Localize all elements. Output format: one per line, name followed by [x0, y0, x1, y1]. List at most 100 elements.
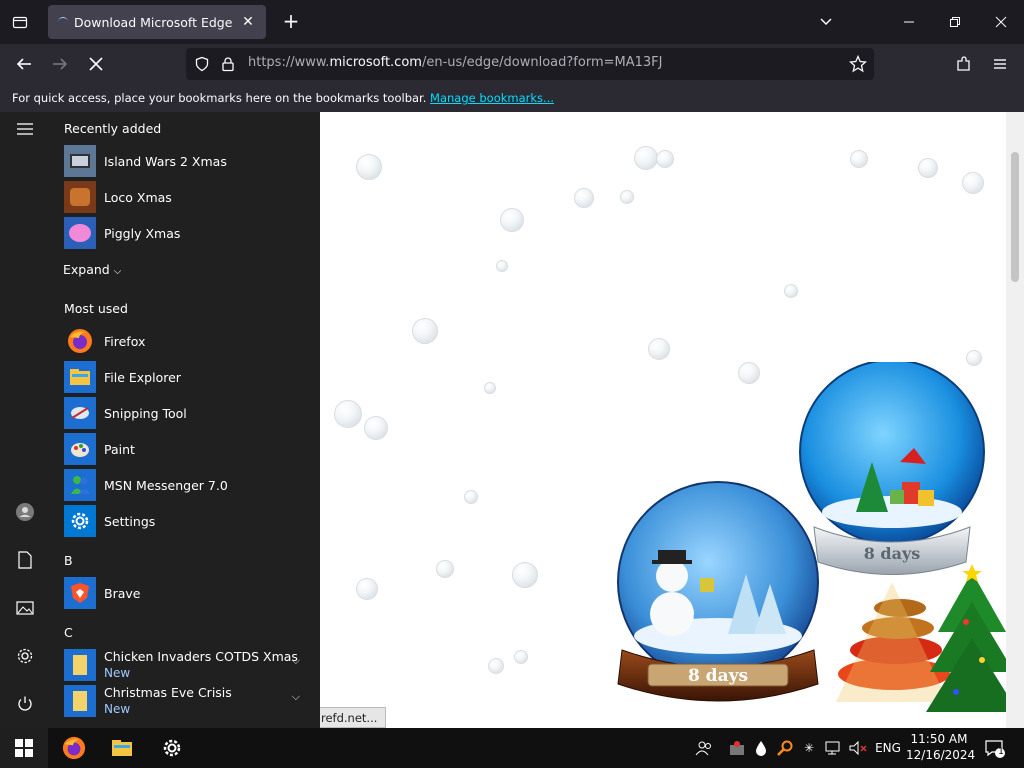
clock-date: 12/16/2024: [906, 748, 976, 762]
app-label: Settings: [104, 513, 156, 529]
lock-icon[interactable]: [218, 54, 238, 74]
bubble-decoration: [436, 560, 454, 578]
user-avatar-icon[interactable]: [12, 499, 38, 525]
new-badge: New: [104, 702, 131, 716]
app-label: Christmas Eve Crisis: [104, 685, 232, 700]
file-explorer-icon: [64, 361, 96, 393]
app-item-msn-messenger[interactable]: MSN Messenger 7.0: [64, 468, 314, 502]
clock-time: 11:50 AM: [910, 732, 968, 746]
paint-icon: [64, 433, 96, 465]
app-item-settings[interactable]: Settings: [64, 504, 314, 538]
shield-icon[interactable]: [192, 54, 212, 74]
settings-icon: [64, 505, 96, 537]
app-label: Chicken Invaders COTDS Xmas: [104, 649, 298, 664]
clock[interactable]: 11:50 AM 12/16/2024: [906, 731, 976, 763]
bubble-decoration: [356, 578, 378, 600]
chevron-down-icon: ⌵: [113, 266, 122, 277]
chevron-down-icon[interactable]: ⌵: [292, 690, 300, 704]
bubble-decoration: [918, 158, 938, 178]
restore-button[interactable]: [932, 0, 978, 44]
page-scrollbar[interactable]: [1006, 112, 1024, 728]
minimize-button[interactable]: [886, 0, 932, 44]
firefox-icon: [64, 325, 96, 357]
manage-bookmarks-link[interactable]: Manage bookmarks...: [430, 91, 554, 105]
tab-list-icon[interactable]: [8, 10, 32, 34]
power-icon[interactable]: [12, 691, 38, 717]
forward-button[interactable]: [46, 50, 74, 78]
address-bar[interactable]: https://www.microsoft.com/en-us/edge/dow…: [186, 48, 874, 80]
hamburger-menu-icon[interactable]: [12, 116, 38, 142]
bubble-decoration: [514, 650, 528, 664]
extensions-icon[interactable]: [950, 50, 978, 78]
tab-active[interactable]: Download Microsoft Edge ✕: [48, 5, 266, 39]
piggly-icon: [64, 217, 96, 249]
app-item-paint[interactable]: Paint: [64, 432, 314, 466]
expand-label: Expand: [63, 262, 110, 277]
bubble-decoration: [850, 150, 868, 168]
bubble-decoration: [784, 284, 798, 298]
app-item-loco-xmas[interactable]: Loco Xmas: [64, 180, 314, 214]
taskbar-file-explorer-icon[interactable]: [98, 728, 146, 768]
snowflake-icon[interactable]: ✳: [798, 728, 820, 768]
gear-icon[interactable]: [12, 643, 38, 669]
language-indicator[interactable]: ENG: [872, 728, 904, 768]
app-item-island-wars[interactable]: Island Wars 2 Xmas: [64, 144, 314, 178]
snipping-tool-icon: [64, 397, 96, 429]
group-b-heading[interactable]: B: [64, 553, 73, 568]
bubble-decoration: [738, 362, 760, 384]
recently-added-heading: Recently added: [64, 121, 162, 136]
start-menu: Recently added Island Wars 2 Xmas Loco X…: [0, 112, 320, 728]
folder-icon: [64, 649, 96, 681]
drop-icon[interactable]: [750, 728, 772, 768]
scrollbar-thumb[interactable]: [1011, 152, 1019, 282]
taskbar-settings-icon[interactable]: [148, 728, 196, 768]
close-window-button[interactable]: [978, 0, 1024, 44]
stop-loading-button[interactable]: [82, 50, 110, 78]
app-label: File Explorer: [104, 369, 181, 385]
chevron-down-icon[interactable]: ⌵: [292, 654, 300, 668]
back-button[interactable]: [10, 50, 38, 78]
new-badge: New: [104, 666, 131, 680]
bubble-decoration: [496, 260, 508, 272]
chevron-down-icon[interactable]: [816, 12, 836, 32]
bubble-decoration: [364, 416, 388, 440]
windows-start-button[interactable]: [0, 728, 48, 768]
bubble-decoration: [464, 490, 478, 504]
bookmarks-toolbar: For quick access, place your bookmarks h…: [0, 84, 1024, 112]
island-wars-icon: [64, 145, 96, 177]
bookmark-star-icon[interactable]: [848, 54, 868, 74]
bubble-decoration: [334, 400, 362, 428]
taskbar-firefox-icon[interactable]: [50, 728, 98, 768]
app-item-christmas-eve-crisis[interactable]: Christmas Eve Crisis New ⌵: [64, 684, 314, 718]
group-c-heading[interactable]: C: [64, 625, 73, 640]
bubble-decoration: [356, 154, 382, 180]
people-icon[interactable]: [690, 728, 718, 768]
tray-app-icon[interactable]: [724, 728, 750, 768]
app-label: MSN Messenger 7.0: [104, 477, 228, 493]
app-item-file-explorer[interactable]: File Explorer: [64, 360, 314, 394]
app-label: Brave: [104, 585, 141, 601]
documents-icon[interactable]: [12, 547, 38, 573]
new-tab-button[interactable]: +: [280, 10, 302, 34]
pictures-icon[interactable]: [12, 595, 38, 621]
christmas-tree-decoration: [836, 564, 1006, 712]
app-item-snipping-tool[interactable]: Snipping Tool: [64, 396, 314, 430]
volume-muted-icon[interactable]: [846, 728, 870, 768]
app-label: Paint: [104, 441, 135, 457]
brave-icon: [64, 577, 96, 609]
app-label: Island Wars 2 Xmas: [104, 153, 227, 169]
menu-icon[interactable]: [986, 50, 1014, 78]
search-icon[interactable]: [774, 728, 796, 768]
web-page-content: 8 days 8 days: [320, 112, 1006, 728]
notification-center-button[interactable]: 1: [978, 728, 1012, 768]
app-item-chicken-invaders[interactable]: Chicken Invaders COTDS Xmas New ⌵: [64, 648, 314, 682]
app-item-firefox[interactable]: Firefox: [64, 324, 314, 358]
app-item-piggly-xmas[interactable]: Piggly Xmas: [64, 216, 314, 250]
app-label: Firefox: [104, 333, 146, 349]
app-item-brave[interactable]: Brave: [64, 576, 314, 610]
close-tab-icon[interactable]: ✕: [240, 14, 256, 30]
url-text[interactable]: https://www.microsoft.com/en-us/edge/dow…: [248, 55, 662, 70]
network-icon[interactable]: [822, 728, 846, 768]
expand-button[interactable]: Expand ⌵: [63, 262, 121, 277]
status-link-tooltip: refd.net...: [312, 707, 387, 728]
